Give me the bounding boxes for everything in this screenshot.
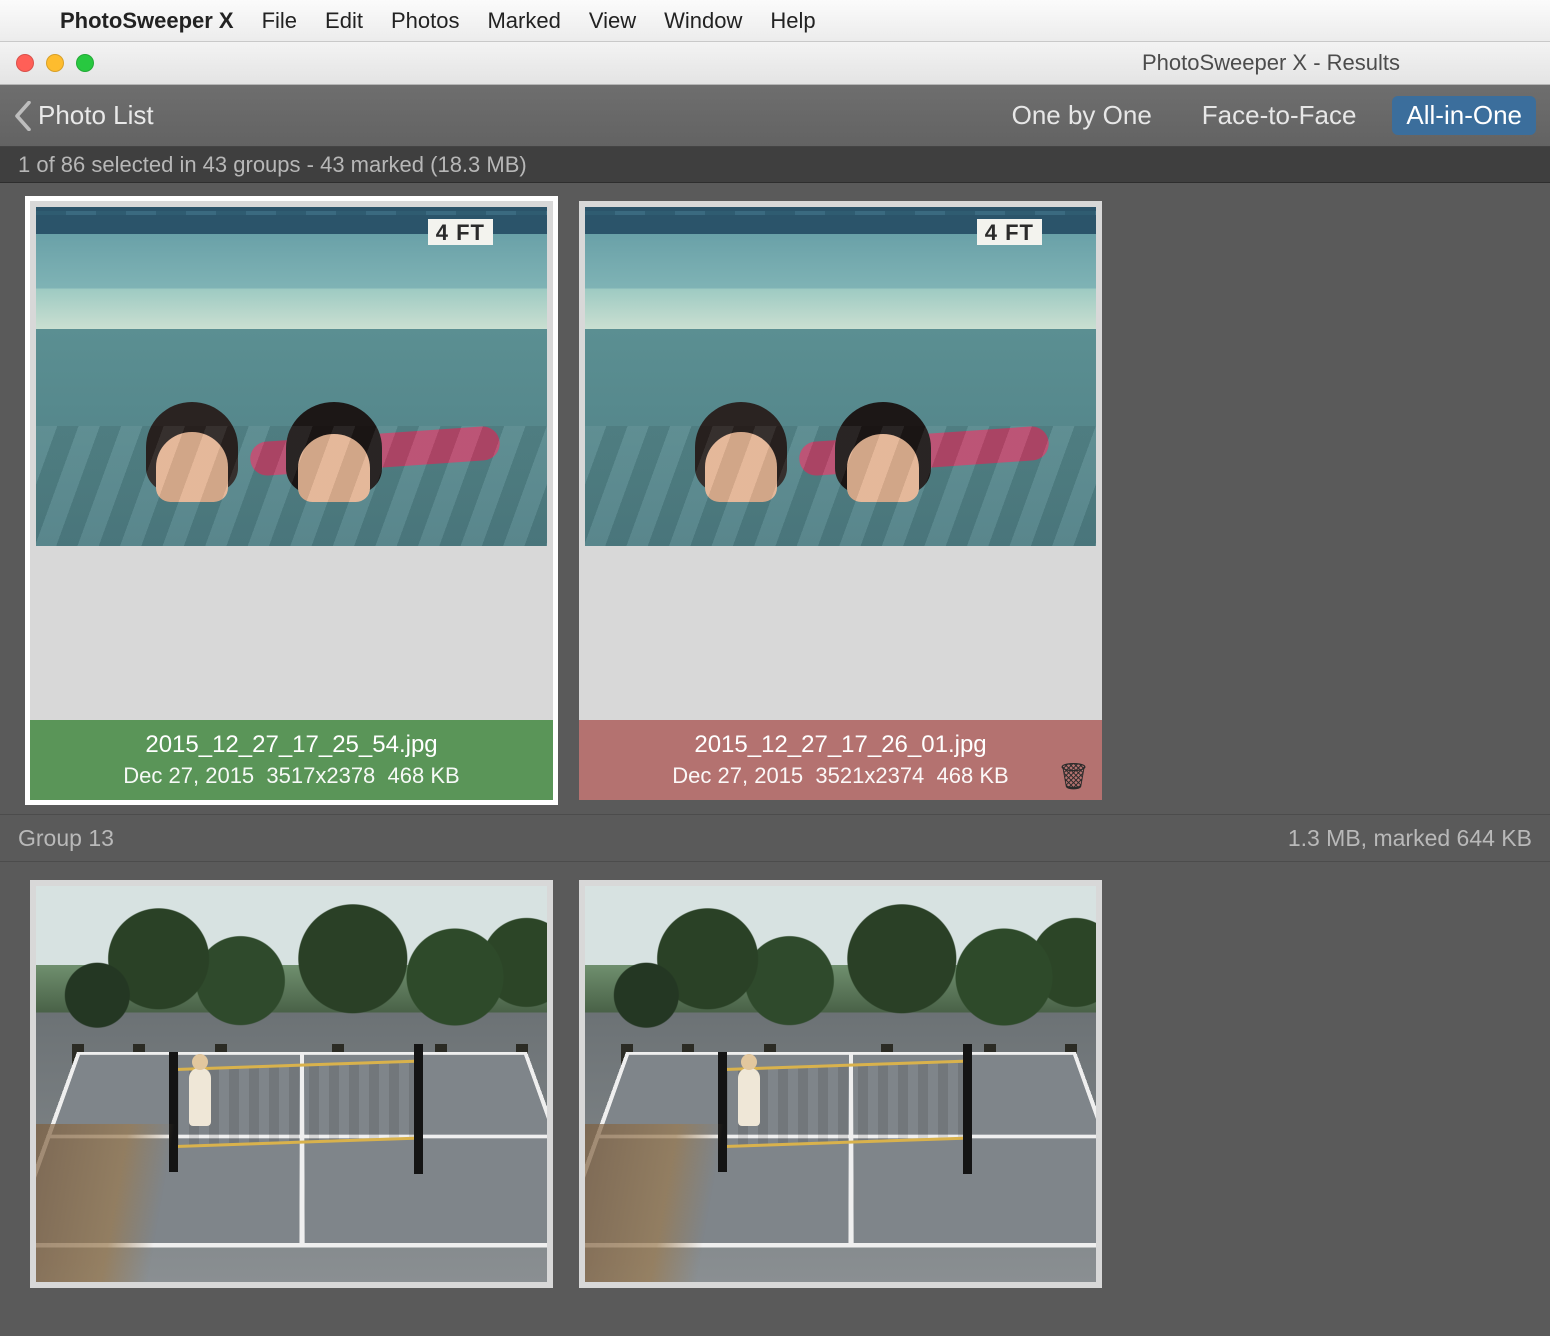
photo-dimensions: 3517x2378 [266, 763, 375, 788]
window-title-text: PhotoSweeper X - Results [1142, 50, 1400, 76]
photo-caption-keep: 2015_12_27_17_25_54.jpg Dec 27, 2015 351… [30, 720, 553, 800]
depth-marker: 4 FT [428, 219, 493, 245]
results-content: 4 FT 2015_12_27_17_25_54.jpg Dec 27, 201… [0, 183, 1550, 800]
group-label: Group 13 [18, 825, 114, 852]
macos-menu-bar: PhotoSweeper X File Edit Photos Marked V… [0, 0, 1550, 42]
menu-app-name[interactable]: PhotoSweeper X [60, 8, 234, 34]
window-minimize-button[interactable] [46, 54, 64, 72]
menu-window[interactable]: Window [664, 8, 742, 34]
photo-meta: Dec 27, 2015 3521x2374 468 KB [672, 763, 1008, 789]
back-label: Photo List [38, 100, 154, 131]
back-button[interactable]: Photo List [14, 100, 154, 131]
photo-card[interactable]: 4 FT 2015_12_27_17_25_54.jpg Dec 27, 201… [30, 201, 553, 800]
menu-view[interactable]: View [589, 8, 636, 34]
photo-date: Dec 27, 2015 [672, 763, 803, 788]
toolbar: Photo List One by One Face-to-Face All-i… [0, 85, 1550, 147]
photo-thumbnail[interactable] [36, 886, 547, 1282]
photo-thumbnail[interactable] [585, 886, 1096, 1282]
photo-filename: 2015_12_27_17_26_01.jpg [694, 731, 986, 759]
window-controls [0, 54, 94, 72]
view-face-to-face[interactable]: Face-to-Face [1188, 96, 1371, 135]
window-title: PhotoSweeper X - Results [0, 42, 1550, 84]
trash-icon[interactable]: 🗑 [1057, 761, 1090, 792]
photo-card[interactable] [579, 880, 1102, 1288]
group-row: 4 FT 2015_12_27_17_25_54.jpg Dec 27, 201… [30, 201, 1520, 800]
menu-edit[interactable]: Edit [325, 8, 363, 34]
photo-card[interactable]: 4 FT 2015_12_27_17_26_01.jpg Dec 27, 201… [579, 201, 1102, 800]
photo-dimensions: 3521x2374 [815, 763, 924, 788]
menu-file[interactable]: File [262, 8, 297, 34]
window-zoom-button[interactable] [76, 54, 94, 72]
photo-card[interactable] [30, 880, 553, 1288]
window-close-button[interactable] [16, 54, 34, 72]
photo-thumbnail[interactable]: 4 FT [585, 207, 1096, 546]
photo-filename: 2015_12_27_17_25_54.jpg [145, 731, 437, 759]
depth-marker: 4 FT [977, 219, 1042, 245]
results-content [0, 862, 1550, 1288]
group-row [30, 880, 1520, 1288]
menu-photos[interactable]: Photos [391, 8, 460, 34]
selection-status-bar: 1 of 86 selected in 43 groups - 43 marke… [0, 147, 1550, 183]
menu-help[interactable]: Help [770, 8, 815, 34]
window-titlebar: PhotoSweeper X - Results [0, 42, 1550, 85]
photo-size: 468 KB [937, 763, 1009, 788]
menu-marked[interactable]: Marked [487, 8, 560, 34]
photo-caption-marked: 2015_12_27_17_26_01.jpg Dec 27, 2015 352… [579, 720, 1102, 800]
photo-meta: Dec 27, 2015 3517x2378 468 KB [123, 763, 459, 789]
thumbnail-matte [36, 546, 547, 720]
thumbnail-matte [585, 546, 1096, 720]
group-header: Group 13 1.3 MB, marked 644 KB [0, 814, 1550, 862]
view-all-in-one[interactable]: All-in-One [1392, 96, 1536, 135]
view-one-by-one[interactable]: One by One [998, 96, 1166, 135]
view-mode-switch: One by One Face-to-Face All-in-One [998, 96, 1536, 135]
photo-thumbnail[interactable]: 4 FT [36, 207, 547, 546]
chevron-left-icon [14, 101, 32, 131]
photo-size: 468 KB [388, 763, 460, 788]
selection-status-text: 1 of 86 selected in 43 groups - 43 marke… [18, 152, 527, 178]
photo-date: Dec 27, 2015 [123, 763, 254, 788]
group-summary: 1.3 MB, marked 644 KB [1288, 825, 1532, 852]
